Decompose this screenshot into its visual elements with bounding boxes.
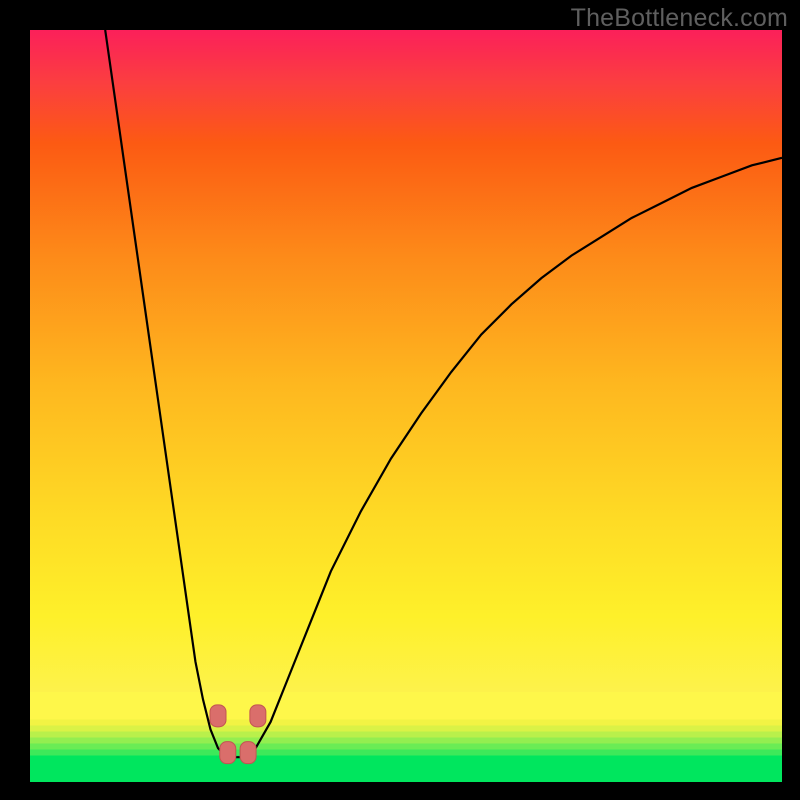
curve-marker [250,705,266,727]
watermark-text: TheBottleneck.com [571,4,788,33]
chart-frame: TheBottleneck.com [0,0,800,800]
plot-area [30,30,782,782]
curve-marker [220,742,236,764]
curve-marker [240,742,256,764]
curve-markers [210,705,266,764]
curve-svg [30,30,782,782]
bottleneck-curve [105,30,782,757]
curve-marker [210,705,226,727]
